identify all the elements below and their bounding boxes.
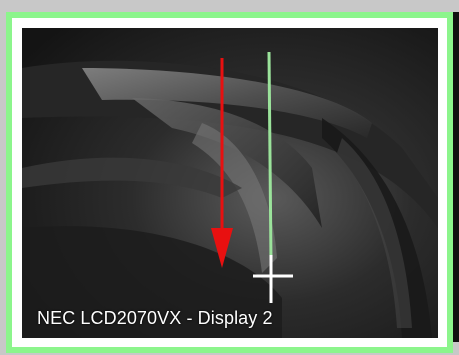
display-thumbnail[interactable]: NEC LCD2070VX - Display 2 xyxy=(22,28,438,338)
selected-display-frame[interactable]: NEC LCD2070VX - Display 2 xyxy=(6,12,453,353)
desktop-wallpaper xyxy=(22,28,438,338)
window-edge xyxy=(453,12,459,342)
display-name-label: NEC LCD2070VX - Display 2 xyxy=(37,308,273,328)
